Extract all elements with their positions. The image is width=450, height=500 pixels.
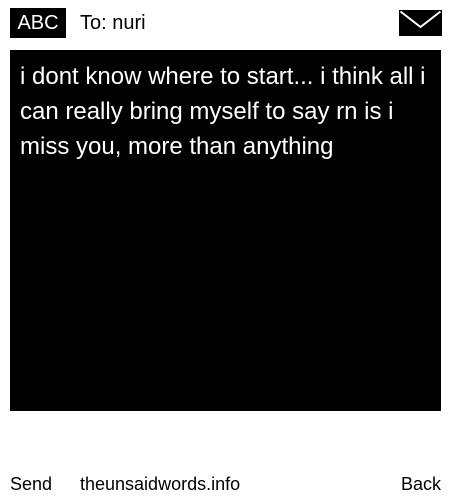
back-button[interactable]: Back [401,470,441,498]
header-bar: ABC To: nuri [0,0,450,44]
recipient-label: To: nuri [80,12,146,34]
message-body-input[interactable]: i dont know where to start... i think al… [10,50,441,411]
envelope-icon[interactable] [399,10,442,36]
site-watermark: theunsaidwords.info [80,474,241,494]
input-mode-badge[interactable]: ABC [10,8,66,38]
send-button[interactable]: Send [10,470,52,498]
